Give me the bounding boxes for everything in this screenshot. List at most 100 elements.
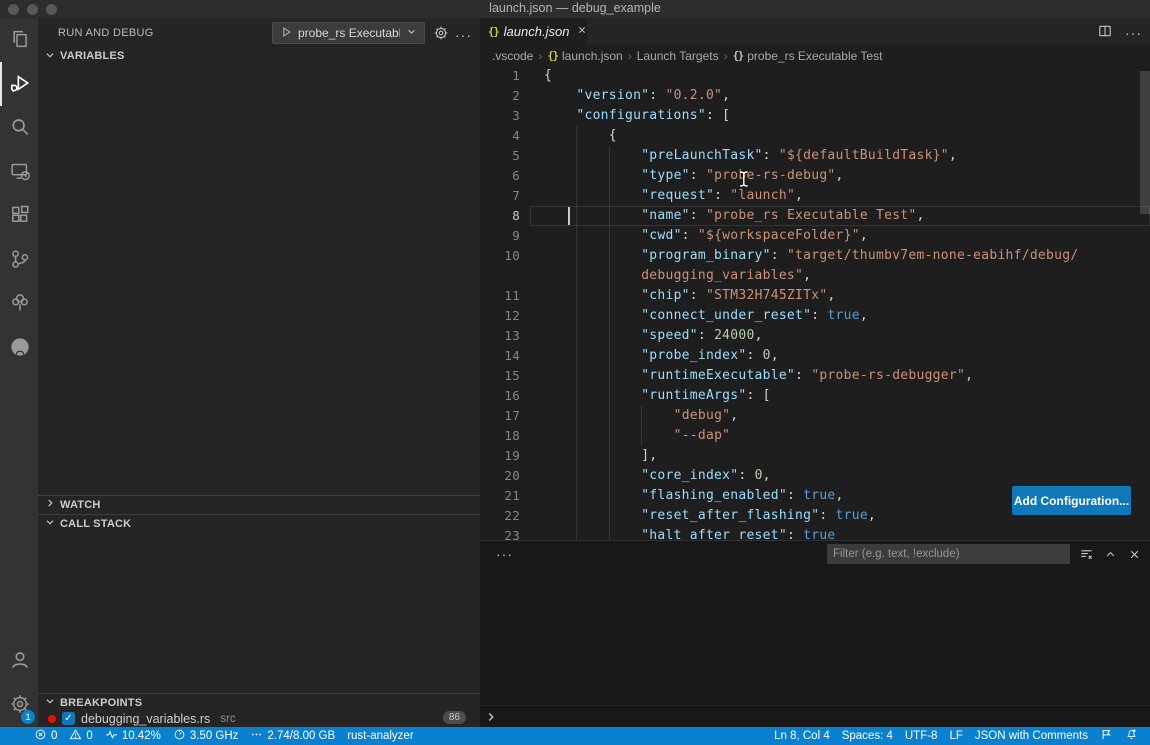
- activity-item-search[interactable]: [0, 106, 38, 150]
- line-content: "reset_after_flashing": true,: [641, 506, 876, 526]
- statusbar-cursor-position[interactable]: Ln 8, Col 4: [768, 727, 836, 745]
- code-line[interactable]: 19],: [480, 446, 1150, 466]
- add-configuration-button[interactable]: Add Configuration...: [1012, 486, 1131, 515]
- chevron-down-icon: [43, 694, 57, 711]
- statusbar-language-mode[interactable]: JSON with Comments: [969, 727, 1094, 745]
- code-line[interactable]: 16"runtimeArgs": [: [480, 386, 1150, 406]
- activity-item-manage[interactable]: 1: [0, 683, 38, 727]
- code-line[interactable]: 5"preLaunchTask": "${defaultBuildTask}",: [480, 146, 1150, 166]
- code-line[interactable]: 2"version": "0.2.0",: [480, 86, 1150, 106]
- editor-more-actions-icon[interactable]: ···: [1125, 25, 1142, 41]
- statusbar-encoding[interactable]: UTF-8: [899, 727, 944, 745]
- clear-filter-icon[interactable]: [1079, 547, 1094, 562]
- breadcrumb-item[interactable]: {}probe_rs Executable Test: [733, 49, 883, 63]
- section-breakpoints[interactable]: BREAKPOINTS: [38, 693, 480, 711]
- line-number: 8: [480, 206, 520, 226]
- bell-icon: [1125, 728, 1138, 744]
- line-content: "--dap": [674, 426, 731, 446]
- statusbar-indentation[interactable]: Spaces: 4: [836, 727, 899, 745]
- code-editor[interactable]: 1{2"version": "0.2.0",3"configurations":…: [480, 66, 1150, 540]
- maximize-panel-chevron-up-icon[interactable]: [1103, 547, 1118, 562]
- line-content: "probe_index": 0,: [641, 346, 779, 366]
- code-line[interactable]: 17"debug",: [480, 406, 1150, 426]
- console-input-row[interactable]: [480, 705, 1150, 727]
- activity-item-source-control[interactable]: [0, 238, 38, 282]
- editor-scrollbar[interactable]: [1140, 71, 1150, 214]
- console-filter-input[interactable]: [827, 544, 1070, 564]
- statusbar-eol[interactable]: LF: [943, 727, 968, 745]
- panel-overflow-icon[interactable]: ···: [496, 546, 513, 562]
- line-number: 9: [480, 226, 520, 246]
- statusbar-feedback[interactable]: [1094, 727, 1119, 745]
- activity-item-explorer[interactable]: [0, 18, 38, 62]
- code-line[interactable]: 4{: [480, 126, 1150, 146]
- code-line[interactable]: 12"connect_under_reset": true,: [480, 306, 1150, 326]
- code-line[interactable]: 9"cwd": "${workspaceFolder}",: [480, 226, 1150, 246]
- debug-settings-gear-icon[interactable]: [433, 25, 449, 44]
- line-content: debugging_variables",: [641, 266, 811, 286]
- line-number: 21: [480, 486, 520, 506]
- line-number: 6: [480, 166, 520, 186]
- ellipsis-icon: [250, 728, 263, 744]
- statusbar-problems-errors[interactable]: 0: [28, 727, 63, 745]
- launch-config-selector[interactable]: probe_rs Executable Test: [272, 22, 425, 44]
- breadcrumb-item[interactable]: {}launch.json: [547, 49, 622, 63]
- code-line[interactable]: 7"request": "launch",: [480, 186, 1150, 206]
- tab-launch-json[interactable]: {} launch.json: [480, 18, 587, 45]
- breakpoint-row[interactable]: ✓ debugging_variables.rs src 86: [38, 710, 480, 727]
- line-number: 12: [480, 306, 520, 326]
- line-content: ],: [641, 446, 657, 466]
- tab-close-icon[interactable]: [576, 24, 588, 39]
- chevron-right-icon: [43, 496, 57, 513]
- statusbar-cpu-usage[interactable]: 10.42%: [99, 727, 167, 745]
- breadcrumb-label: probe_rs Executable Test: [747, 49, 882, 63]
- activity-item-run-and-debug[interactable]: [0, 62, 38, 106]
- statusbar-notifications[interactable]: [1119, 727, 1144, 745]
- code-line[interactable]: 6"type": "probe-rs-debug",: [480, 166, 1150, 186]
- line-content: "runtimeArgs": [: [641, 386, 771, 406]
- breadcrumb-item[interactable]: Launch Targets: [637, 49, 719, 63]
- code-line[interactable]: 8"name": "probe_rs Executable Test",: [480, 206, 1150, 226]
- code-line[interactable]: 14"probe_index": 0,: [480, 346, 1150, 366]
- statusbar-label: UTF-8: [905, 730, 938, 742]
- code-line[interactable]: 1{: [480, 66, 1150, 86]
- statusbar-memory-usage[interactable]: 2.74/8.00 GB: [244, 727, 341, 745]
- line-number: 13: [480, 326, 520, 346]
- activity-item-remote-explorer[interactable]: [0, 150, 38, 194]
- error-icon: [34, 728, 47, 744]
- source-control-icon: [9, 248, 31, 273]
- line-number: 5: [480, 146, 520, 166]
- code-line[interactable]: 18 "--dap": [480, 426, 1150, 446]
- account-icon: [9, 649, 31, 674]
- panel-header: ···: [480, 541, 1150, 567]
- text-caret: [568, 207, 570, 225]
- breadcrumb-item[interactable]: .vscode: [492, 49, 533, 63]
- statusbar-problems-warnings[interactable]: 0: [63, 727, 98, 745]
- activity-item-accounts[interactable]: [0, 639, 38, 683]
- statusbar-cpu-speed[interactable]: 3.50 GHz: [167, 727, 245, 745]
- activity-item-testing[interactable]: [0, 282, 38, 326]
- activity-item-extensions[interactable]: [0, 194, 38, 238]
- statusbar-label: 0: [86, 730, 92, 742]
- code-line[interactable]: debugging_variables",: [480, 266, 1150, 286]
- breakpoint-checkbox[interactable]: ✓: [62, 712, 75, 725]
- activity-item-github[interactable]: [0, 326, 38, 370]
- sidebar-more-actions-icon[interactable]: ···: [455, 27, 472, 43]
- code-line[interactable]: 10"program_binary": "target/thumbv7em-no…: [480, 246, 1150, 266]
- section-call-stack[interactable]: CALL STACK: [38, 514, 480, 532]
- code-line[interactable]: 15"runtimeExecutable": "probe-rs-debugge…: [480, 366, 1150, 386]
- console-output-area[interactable]: [480, 567, 1150, 705]
- code-line[interactable]: 3"configurations": [: [480, 106, 1150, 126]
- line-content: "request": "launch",: [641, 186, 803, 206]
- code-line[interactable]: 13"speed": 24000,: [480, 326, 1150, 346]
- statusbar-rust-analyzer[interactable]: rust-analyzer: [341, 727, 419, 745]
- section-variables[interactable]: VARIABLES: [38, 47, 480, 65]
- section-watch[interactable]: WATCH: [38, 495, 480, 513]
- split-editor-icon[interactable]: [1097, 23, 1113, 42]
- close-panel-icon[interactable]: [1127, 547, 1142, 562]
- line-number: 18: [480, 426, 520, 446]
- json-braces-icon: {}: [733, 50, 744, 62]
- code-line[interactable]: 11"chip": "STM32H745ZITx",: [480, 286, 1150, 306]
- code-line[interactable]: 20"core_index": 0,: [480, 466, 1150, 486]
- code-line[interactable]: 23"halt_after_reset": true: [480, 526, 1150, 540]
